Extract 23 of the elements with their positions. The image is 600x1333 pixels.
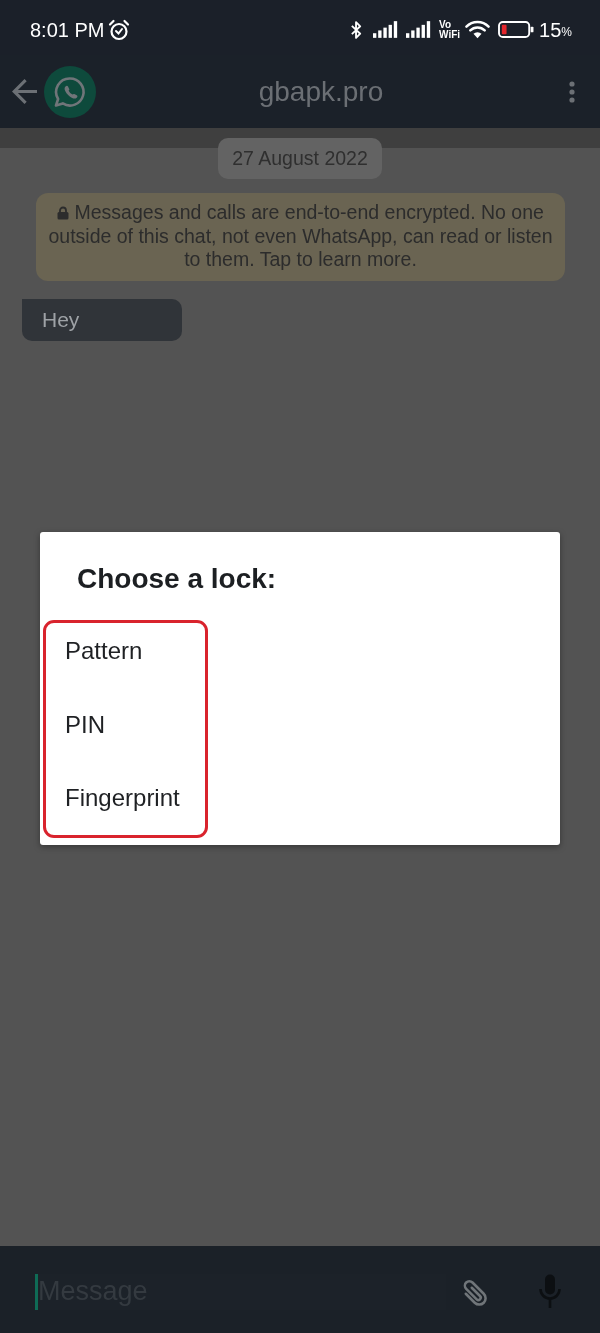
back-arrow-icon	[11, 79, 37, 104]
alarm-clock-icon	[108, 18, 131, 41]
message-bubble[interactable]: Hey	[22, 298, 182, 341]
bluetooth-icon	[350, 18, 364, 41]
signal-bars-icon	[406, 21, 433, 38]
lock-option[interactable]: Pattern	[46, 623, 205, 679]
percent-sign: %	[561, 24, 572, 39]
battery-icon	[498, 21, 535, 38]
signal-bars-icon	[373, 21, 400, 38]
wifi-icon	[465, 20, 491, 39]
battery-percent: 15	[539, 18, 562, 41]
lock-option[interactable]: Fingerprint	[46, 770, 205, 826]
menu-button[interactable]	[566, 78, 578, 105]
clock-time: 8:01 PM	[30, 18, 105, 41]
phone-bubble-avatar-icon[interactable]	[44, 65, 96, 118]
more-options-icon	[569, 80, 575, 103]
wifi-label: WiFi	[439, 29, 461, 40]
encryption-notice-text: Messages and calls are end-to-end encrypted. No one outside of this chat, not even WhatsApp, can read or listen to them. Tap to learn more.	[47, 201, 554, 272]
vo-label: Vo	[439, 19, 452, 30]
dialog-title: Choose a lock:	[77, 564, 278, 594]
back-button[interactable]	[10, 77, 38, 106]
lock-icon	[57, 206, 70, 220]
lock-option[interactable]: PIN	[46, 696, 205, 753]
